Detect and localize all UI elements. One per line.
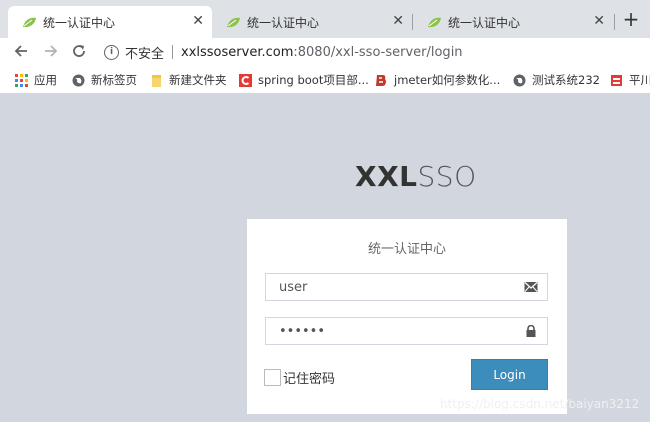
close-tab-icon[interactable]: ✕: [593, 13, 605, 29]
folder-icon: [152, 74, 161, 87]
username-field[interactable]: [265, 273, 548, 301]
csdn-c-icon: [239, 73, 252, 87]
login-button[interactable]: Login: [471, 359, 548, 390]
browser-tab-3[interactable]: 统一认证中心 ✕: [413, 6, 613, 38]
spring-leaf-icon: [227, 17, 240, 27]
username-input[interactable]: [277, 274, 521, 300]
address-bar[interactable]: i 不安全 xxlssoserver.com:8080/xxl-sso-serv…: [104, 41, 650, 63]
info-icon[interactable]: i: [104, 44, 119, 60]
browser-tab-strip: 统一认证中心 ✕ 统一认证中心 ✕ 统一认证中心 ✕ +: [0, 0, 650, 38]
url-host: xxlssoserver.com: [181, 44, 294, 60]
reload-icon: [73, 45, 85, 57]
bookmark-apps[interactable]: 应用: [15, 72, 57, 88]
envelope-icon: [524, 282, 538, 292]
forward-button[interactable]: [40, 40, 62, 62]
globe-icon: [513, 74, 526, 86]
browser-tab-title: 统一认证中心: [43, 15, 116, 30]
close-tab-icon[interactable]: ✕: [392, 13, 404, 29]
b-logo-icon: [376, 74, 386, 86]
remember-me-checkbox[interactable]: [264, 369, 281, 386]
red-flag-icon: [611, 74, 622, 86]
browser-tab-title: 统一认证中心: [448, 15, 521, 30]
omnibox-separator: [172, 45, 174, 59]
bookmark-label: 测试系统232: [532, 73, 600, 87]
reload-button[interactable]: [68, 40, 90, 62]
login-box: 统一认证中心 记住密码 Login: [247, 219, 567, 414]
spring-leaf-icon: [428, 17, 441, 27]
watermark: https://blog.csdn.net/baiyan3212: [440, 397, 640, 411]
bookmark-label: 新标签页: [91, 73, 137, 87]
login-title: 统一认证中心: [367, 242, 446, 257]
password-input[interactable]: [277, 318, 521, 344]
bookmark-new-folder[interactable]: 新建文件夹: [150, 72, 227, 88]
browser-toolbar: i 不安全 xxlssoserver.com:8080/xxl-sso-serv…: [0, 38, 650, 66]
logo-light-part: SSO: [417, 160, 477, 193]
bookmark-spring-boot[interactable]: spring boot项目部...: [239, 72, 369, 88]
back-arrow-icon: [14, 45, 27, 57]
bookmark-label: 新建文件夹: [169, 73, 227, 87]
close-tab-icon[interactable]: ✕: [192, 13, 204, 29]
globe-icon: [72, 74, 85, 86]
new-tab-button[interactable]: +: [620, 6, 642, 34]
browser-tab-2[interactable]: 统一认证中心 ✕: [212, 6, 412, 38]
apps-grid-icon: [15, 73, 28, 87]
url-path: :8080/xxl-sso-server/login: [293, 44, 463, 60]
security-status: 不安全: [125, 46, 165, 62]
spring-leaf-icon: [23, 17, 36, 27]
bookmark-label: 应用: [34, 73, 57, 87]
remember-me[interactable]: 记住密码: [264, 368, 335, 387]
back-button[interactable]: [10, 40, 32, 62]
forward-arrow-icon: [45, 45, 58, 57]
password-field[interactable]: [265, 317, 548, 345]
remember-me-label: 记住密码: [283, 372, 336, 387]
bookmark-label: jmeter如何参数化...: [394, 73, 501, 87]
bookmark-jmeter[interactable]: jmeter如何参数化...: [375, 72, 500, 88]
bookmark-new-tab[interactable]: 新标签页: [72, 72, 137, 88]
bookmark-test-system[interactable]: 测试系统232: [513, 72, 600, 88]
bookmark-label: spring boot项目部...: [258, 73, 369, 87]
bookmark-label: 平川: [629, 73, 650, 87]
app-logo: XXLSSO: [355, 160, 477, 193]
browser-tab-title: 统一认证中心: [247, 15, 320, 30]
bookmark-pingchuan[interactable]: 平川: [610, 72, 650, 88]
bookmarks-bar: 应用 新标签页 新建文件夹 spring boot项目部... jmeter如何…: [0, 66, 650, 94]
lock-icon: [526, 325, 536, 337]
browser-tab-1[interactable]: 统一认证中心 ✕: [8, 6, 212, 38]
logo-bold-part: XXL: [355, 160, 418, 193]
tab-separator: [614, 14, 615, 30]
